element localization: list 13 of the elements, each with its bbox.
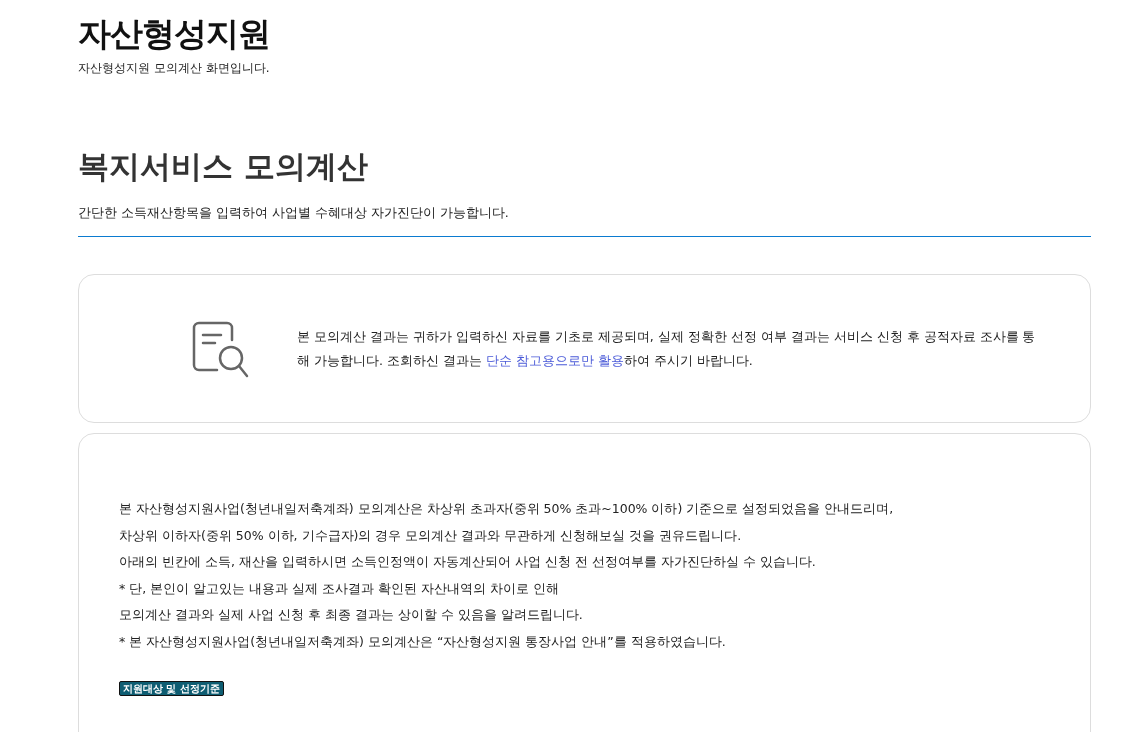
- info-text: 차상위 이하자(중위 50% 이하, 기수급자)의 경우 모의계산 결과와 무관하게 신청해보실 것을 권유드립니다.: [119, 526, 743, 545]
- info-text: * 본 자산형성지원사업(청년내일저축계좌) 모의계산은 “자산형성지원 통장사업 안내”를 적용하였습니다.: [119, 632, 727, 651]
- section-title: 복지서비스 모의계산: [78, 147, 369, 186]
- page-subtitle: 자산형성지원 모의계산 화면입니다.: [78, 60, 271, 76]
- info-text: * 단, 본인이 알고있는 내용과 실제 조사결과 확인된 자산내역의 차이로 인해: [119, 579, 560, 598]
- page-title: 자산형성지원: [78, 13, 271, 55]
- document-search-icon: [191, 319, 249, 378]
- notice-text: 본 모의계산 결과는 귀하가 입력하신 자료를 기초로 제공되며, 실제 정확한 선정 여부 결과는 서비스 신청 후 공적자료 조사를 통해 가능합니다. 조회하신 결과는 단순 참고용으로만 활용하여 주시기 바랍니다.: [297, 327, 1037, 370]
- criteria-label: 지원대상 및 선정기준: [119, 681, 224, 696]
- info-text: 본 자산형성지원사업(청년내일저축계좌) 모의계산은 차상위 초과자(중위 50% 초과~100% 이하) 기준으로 설정되었음을 안내드리며,: [119, 500, 895, 518]
- info-text: 아래의 빈칸에 소득, 재산을 입력하시면 소득인정액이 자동계산되어 사업 신청 전 선정여부를 자가진단하실 수 있습니다.: [119, 553, 817, 571]
- section-description: 간단한 소득재산항목을 입력하여 사업별 수혜대상 자가진단이 가능합니다.: [78, 204, 1091, 237]
- info-text: 모의계산 결과와 실제 사업 신청 후 최종 결과는 상이할 수 있음을 알려드립니다.: [119, 606, 584, 624]
